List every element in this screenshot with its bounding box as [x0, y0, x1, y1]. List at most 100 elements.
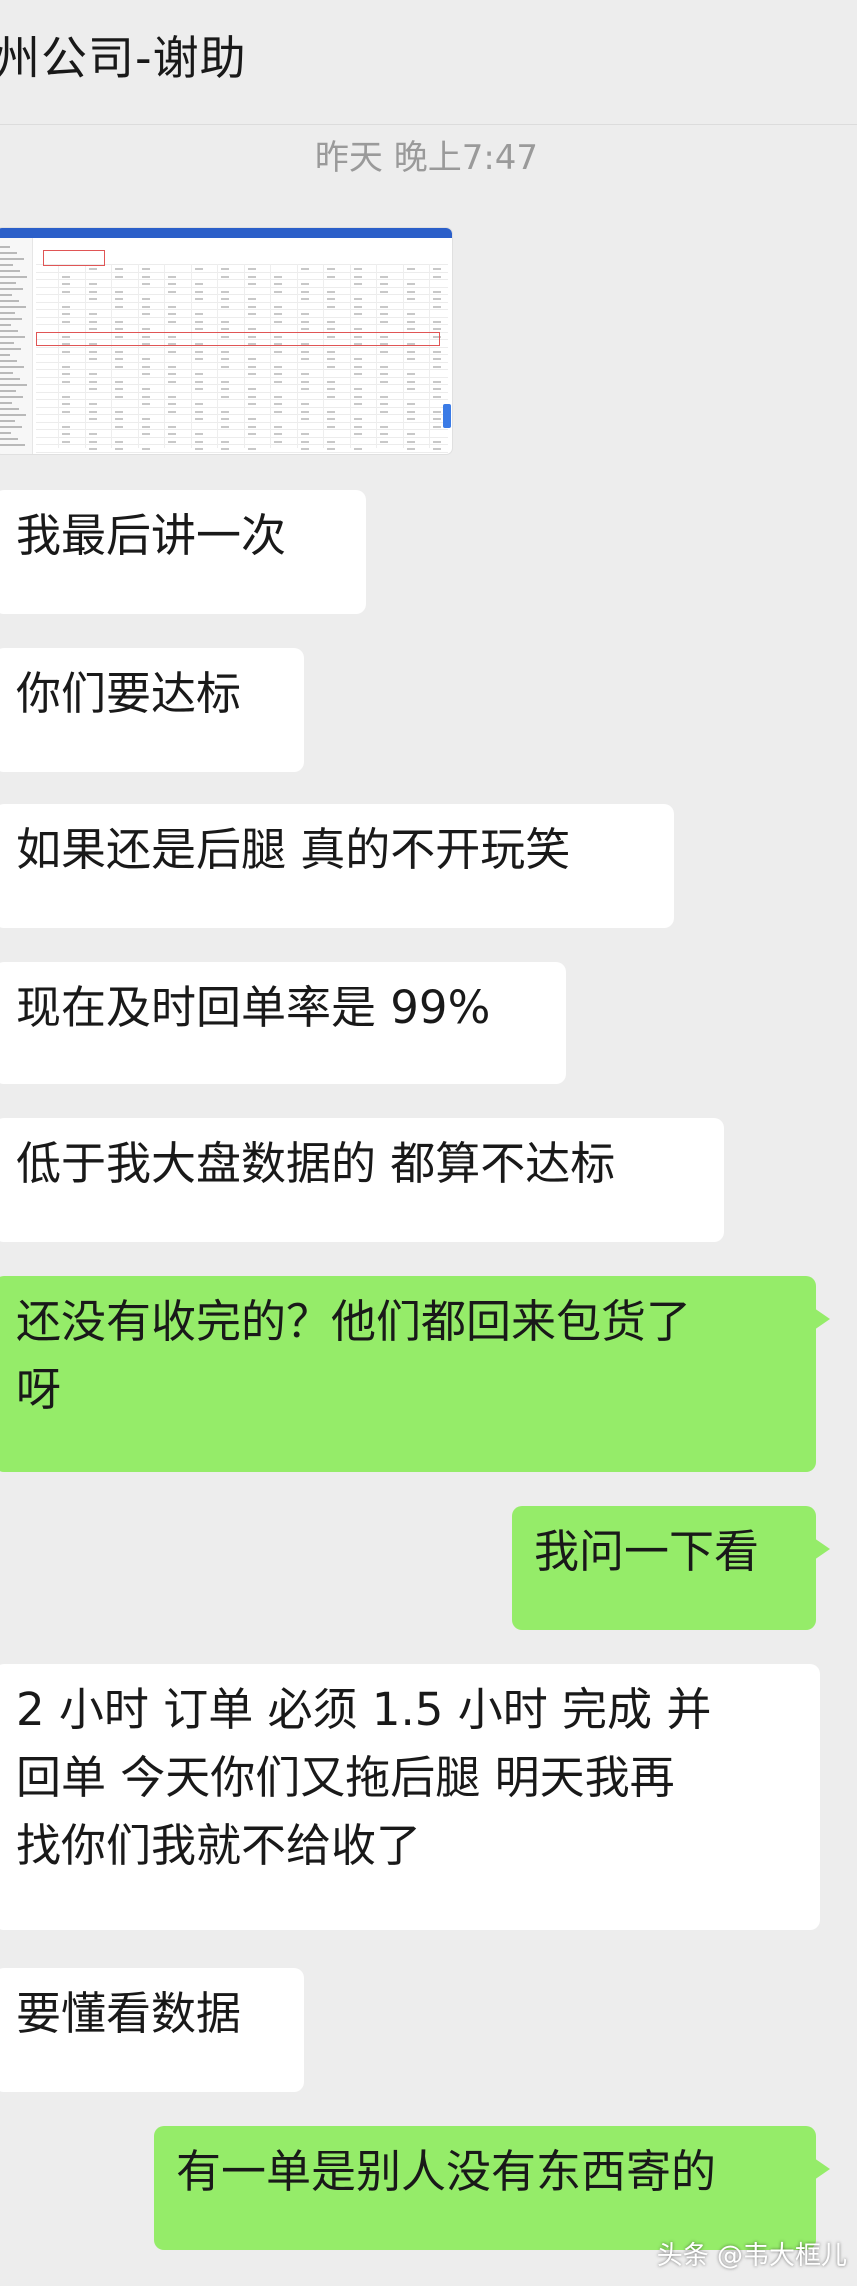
thumb-table-cell [353, 395, 362, 398]
screenshot-image-message[interactable] [0, 228, 452, 454]
thumb-table-cell [433, 268, 441, 270]
thumb-table-cell [88, 290, 97, 293]
thumb-table-cell [115, 328, 123, 330]
thumb-table-cell [62, 283, 70, 285]
thumb-table-cell [88, 358, 97, 360]
thumb-table-cell [327, 380, 335, 383]
thumb-sidebar-line [0, 402, 12, 404]
thumb-table-cell [327, 448, 335, 450]
message-bubble-incoming[interactable]: 如果还是后腿 真的不开玩笑 [0, 804, 674, 928]
thumb-table-cell [380, 380, 388, 383]
thumb-table-column [270, 264, 271, 448]
thumb-table-cell [88, 410, 97, 413]
thumb-table-cell [88, 380, 97, 383]
thumb-sidebar-line [0, 342, 14, 344]
thumb-table-cell [168, 380, 176, 383]
thumb-table-cell [274, 305, 282, 308]
thumb-table-cell [406, 290, 415, 293]
thumb-table-column [296, 264, 298, 448]
thumb-table-column [58, 264, 59, 448]
thumb-table-column [137, 264, 139, 448]
thumb-table-cell [221, 448, 229, 450]
thumb-table-cell [300, 358, 309, 360]
thumb-table-cell [274, 395, 282, 398]
thumb-table-cell [433, 328, 441, 330]
thumb-table-cell [327, 365, 335, 368]
thumb-table-cell [300, 433, 309, 435]
thumb-table-cell [327, 275, 335, 278]
thumb-table-cell [247, 328, 256, 330]
thumb-table-cell [168, 283, 176, 285]
thumb-sidebar-line [0, 408, 19, 410]
thumb-table [36, 244, 448, 453]
thumb-table-cell [115, 440, 123, 443]
thumb-table-cell [300, 403, 309, 405]
message-bubble-outgoing[interactable]: 有一单是别人没有东西寄的 [154, 2126, 830, 2250]
thumb-table-cell [221, 418, 229, 420]
thumb-table-cell [141, 425, 150, 428]
thumb-table-column [84, 264, 86, 448]
thumb-table-cell [380, 313, 388, 315]
thumb-table-cell [433, 380, 441, 383]
thumb-topbar [0, 228, 452, 238]
message-bubble-outgoing[interactable]: 还没有收完的？他们都回来包货了 呀 [0, 1276, 830, 1472]
message-text-line: 找你们我就不给收了 [16, 1819, 422, 1872]
thumb-table-cell [300, 350, 309, 353]
thumb-table-cell [300, 313, 309, 315]
thumb-table-cell [62, 365, 70, 368]
thumb-table-cell [380, 290, 388, 293]
chat-title[interactable]: 州公司-谢助 [0, 22, 247, 88]
thumb-table-cell [194, 320, 203, 323]
thumb-table-cell [115, 358, 123, 360]
thumb-table-row [36, 361, 448, 363]
message-bubble-incoming[interactable]: 你们要达标 [0, 648, 304, 772]
watermark: 头条 @韦大框儿 [656, 2241, 847, 2271]
thumb-table-cell [247, 395, 256, 398]
thumb-table-cell [327, 440, 335, 443]
thumb-table-cell [406, 380, 415, 383]
thumb-table-cell [300, 448, 309, 450]
thumb-table-cell [115, 448, 123, 450]
thumb-table-cell [406, 373, 415, 375]
thumb-table-cell [300, 298, 309, 300]
thumb-table-cell [433, 350, 441, 353]
message-bubble-incoming[interactable]: 低于我大盘数据的 都算不达标 [0, 1118, 724, 1242]
message-text: 你们要达标 [16, 667, 242, 720]
thumb-table-cell [274, 283, 282, 285]
message-bubble-incoming[interactable]: 现在及时回单率是 99% [0, 962, 566, 1084]
thumb-sidebar-line [0, 378, 20, 380]
thumb-table-cell [62, 373, 70, 375]
thumb-sidebar-line [0, 270, 20, 272]
thumb-table-cell [353, 298, 362, 300]
thumb-sidebar-line [0, 384, 27, 386]
message-bubble-incoming[interactable]: 要懂看数据 [0, 1968, 304, 2092]
thumb-table-cell [406, 358, 415, 360]
message-bubble-incoming[interactable]: 2 小时 订单 必须 1.5 小时 完成 并 回单 今天你们又拖后腿 明天我再 … [0, 1664, 820, 1930]
thumb-table-cell [168, 425, 176, 428]
thumb-table-row [36, 436, 448, 438]
thumb-table-cell [327, 268, 335, 270]
thumb-table-cell [433, 388, 441, 390]
thumb-table-cell [274, 425, 282, 428]
thumb-table-cell [62, 410, 70, 413]
thumb-table-row [36, 399, 448, 400]
message-bubble-incoming[interactable]: 我最后讲一次 [0, 490, 366, 614]
thumb-table-cell [194, 328, 203, 330]
thumb-sidebar-line [0, 438, 18, 440]
thumb-table-cell [433, 275, 441, 278]
thumb-sidebar-line [0, 306, 26, 308]
thumb-table-cell [353, 418, 362, 420]
thumb-table-cell [380, 410, 388, 413]
thumb-table-row [36, 369, 448, 370]
thumb-table-cell [221, 290, 229, 293]
thumb-table-cell [406, 313, 415, 315]
thumb-table-cell [300, 290, 309, 293]
thumb-table-cell [141, 403, 150, 405]
thumb-table-cell [247, 448, 256, 450]
thumb-table-cell [274, 440, 282, 443]
message-text: 低于我大盘数据的 都算不达标 [16, 1137, 616, 1190]
thumb-table-cell [353, 358, 362, 360]
thumb-table-cell [141, 365, 150, 368]
message-bubble-outgoing[interactable]: 我问一下看 [512, 1506, 830, 1630]
thumb-table-cell [353, 433, 362, 435]
